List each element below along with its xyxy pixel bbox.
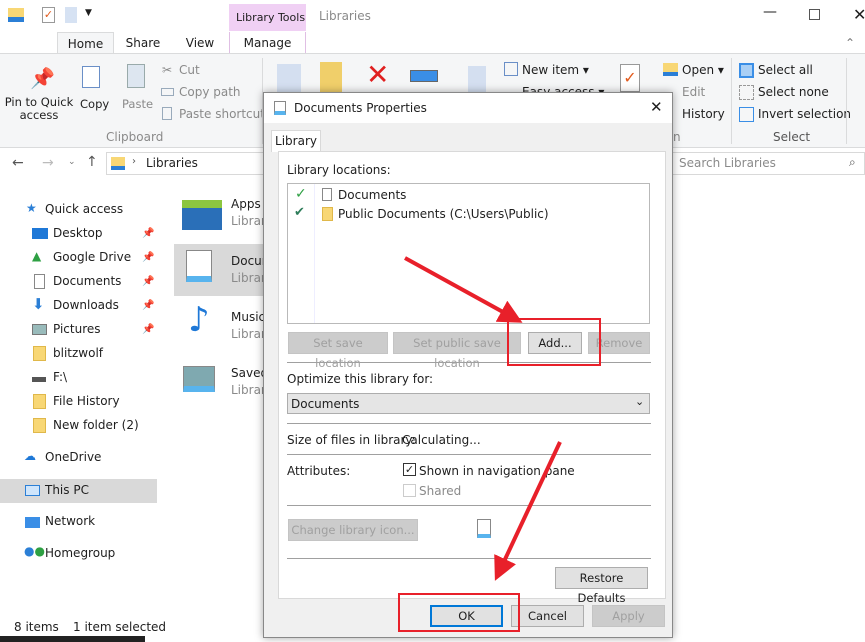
annotation-arrow-add — [404, 256, 523, 323]
annotation-arrow-ok — [494, 441, 562, 581]
annotation-arrows — [404, 256, 562, 581]
